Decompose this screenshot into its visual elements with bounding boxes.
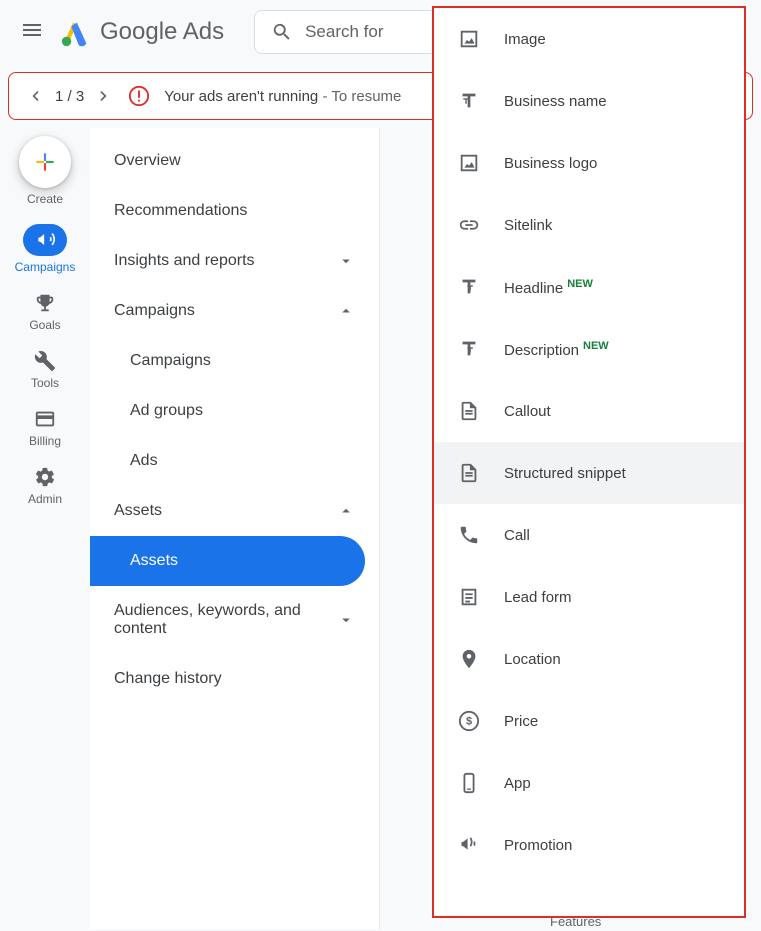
chevron-down-icon [337,611,355,629]
search-placeholder: Search for [305,22,383,42]
phone-icon [458,524,480,546]
chevron-left-icon[interactable] [25,86,45,106]
text-icon [458,338,480,360]
menu-sitelink[interactable]: Sitelink [434,194,744,256]
image-icon [458,152,480,174]
rail-goals[interactable]: Goals [29,292,60,332]
search-icon [271,21,293,43]
logo-text: Google Ads [100,18,224,46]
hamburger-icon[interactable] [20,18,44,47]
logo[interactable]: Google Ads [60,17,224,47]
link-icon [458,214,480,236]
location-icon [458,648,480,670]
menu-business-logo[interactable]: Business logo [434,132,744,194]
nav-ad-groups[interactable]: Ad groups [90,386,379,436]
nav-recommendations[interactable]: Recommendations [90,186,379,236]
alert-text: Your ads aren't running - To resume [164,88,401,105]
nav-overview[interactable]: Overview [90,136,379,186]
svg-text:$: $ [466,716,472,728]
nav-audiences[interactable]: Audiences, keywords, and content [90,586,379,654]
menu-lead-form[interactable]: Lead form [434,566,744,628]
dollar-icon: $ [458,710,480,732]
create-button[interactable]: Create [19,136,71,206]
menu-location[interactable]: Location [434,628,744,690]
menu-app[interactable]: App [434,752,744,814]
credit-card-icon [34,408,56,430]
chevron-right-icon[interactable] [94,86,114,106]
chevron-up-icon [337,302,355,320]
image-icon [458,28,480,50]
side-nav: Overview Recommendations Insights and re… [90,128,380,929]
rail-campaigns[interactable]: Campaigns [15,224,76,274]
text-icon [458,90,480,112]
chevron-up-icon [337,502,355,520]
menu-headline[interactable]: HeadlineNEW [434,256,744,318]
nav-change-history[interactable]: Change history [90,654,379,704]
alert-icon [128,85,150,107]
menu-structured-snippet[interactable]: Structured snippet [434,442,744,504]
nav-assets[interactable]: Assets [90,486,379,536]
alert-pagination: 1 / 3 [25,86,114,106]
nav-campaigns-sub[interactable]: Campaigns [90,336,379,386]
menu-call[interactable]: Call [434,504,744,566]
left-rail: Create Campaigns Goals Tools Billing Adm… [0,128,90,929]
nav-ads[interactable]: Ads [90,436,379,486]
menu-business-name[interactable]: Business name [434,70,744,132]
trophy-icon [34,292,56,314]
menu-callout[interactable]: Callout [434,380,744,442]
phone-device-icon [458,772,480,794]
form-icon [458,586,480,608]
document-icon [458,400,480,422]
nav-assets-sub[interactable]: Assets [90,536,365,586]
gear-icon [34,466,56,488]
text-icon [458,276,480,298]
google-ads-logo-icon [60,17,90,47]
asset-type-menu: Image Business name Business logo Siteli… [432,6,746,918]
menu-promotion[interactable]: Promotion [434,814,744,876]
new-badge: NEW [583,340,609,352]
plus-icon [32,149,58,175]
nav-insights[interactable]: Insights and reports [90,236,379,286]
alert-counter: 1 / 3 [55,88,84,105]
rail-billing[interactable]: Billing [29,408,61,448]
rail-tools[interactable]: Tools [31,350,59,390]
megaphone-icon [458,834,480,856]
megaphone-icon [35,230,55,250]
menu-price[interactable]: $ Price [434,690,744,752]
document-icon [458,462,480,484]
tools-icon [34,350,56,372]
menu-image[interactable]: Image [434,8,744,70]
new-badge: NEW [567,278,593,290]
chevron-down-icon [337,252,355,270]
menu-description[interactable]: DescriptionNEW [434,318,744,380]
rail-admin[interactable]: Admin [28,466,62,506]
nav-campaigns[interactable]: Campaigns [90,286,379,336]
